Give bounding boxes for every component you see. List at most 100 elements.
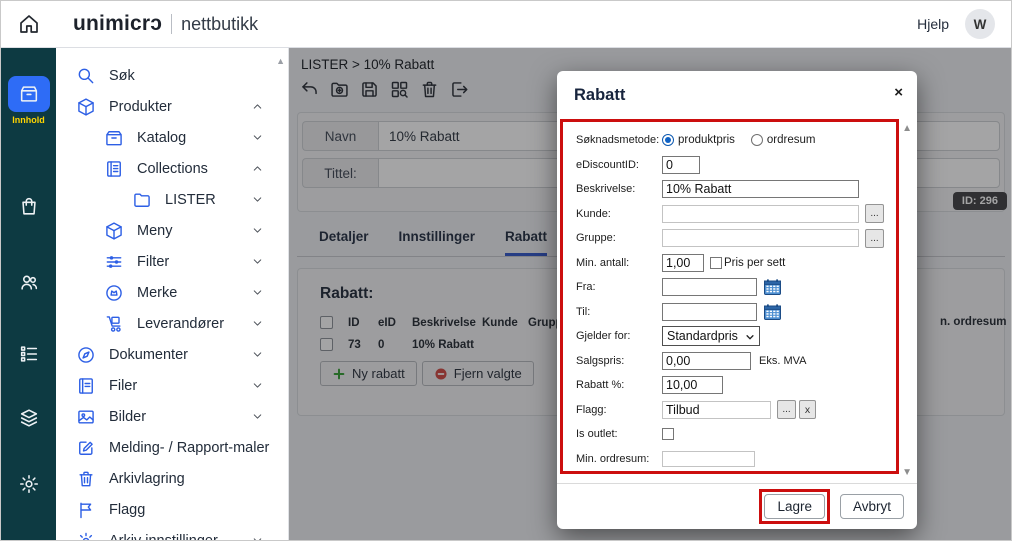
gjelder-for-select[interactable]: Standardpris [662,326,760,346]
sidebar-item-katalog[interactable]: Katalog [56,122,288,153]
sidebar-item-arkiv-innstillinger[interactable]: Arkiv innstillinger [56,525,288,541]
chevron-down-icon [251,286,264,299]
flagg-lookup-button[interactable]: ... [777,400,796,419]
min-antall-input[interactable] [662,254,704,272]
gjelder-for-select-value: Standardpris [667,329,738,343]
app-window: unimicrɔ nettbutikk Hjelp W Innhold ▲ Sø… [0,0,1012,541]
book-icon [76,376,96,396]
sidebar-item-meny[interactable]: Meny [56,215,288,246]
sidebar-item-lister[interactable]: LISTER [56,184,288,215]
sidebar-item-label: Katalog [137,130,186,146]
beskrivelse-input[interactable] [662,180,859,198]
icon-rail: Innhold [1,48,56,540]
fra-control [662,278,781,296]
sidebar-item-collections[interactable]: Collections [56,153,288,184]
close-icon[interactable]: × [894,85,903,100]
til-input[interactable] [662,303,757,321]
min-antall-pris-per-sett-checkbox[interactable] [710,257,722,269]
rabatt-prosent-control [662,376,723,394]
help-link[interactable]: Hjelp [917,16,949,32]
users-icon [18,271,40,293]
sidebar-item-produkter[interactable]: Produkter [56,91,288,122]
soknadsmetode-radio-ordresum[interactable] [751,134,763,146]
sidebar-item-leverandører[interactable]: Leverandører [56,308,288,339]
gruppe-lookup-button[interactable]: ... [865,229,884,248]
gruppe-input[interactable] [662,229,859,247]
sidebar-item-bilder[interactable]: Bilder [56,401,288,432]
modal-row-gruppe: Gruppe:... [576,228,890,248]
calendar-icon[interactable] [764,304,781,320]
gear-icon [76,531,96,541]
sidebar-item-label: Melding- / Rapport-maler [109,440,269,456]
sidebar-item-merke[interactable]: Merke [56,277,288,308]
flagg-clear-button[interactable]: x [799,400,816,419]
is-outlet-checkbox[interactable] [662,428,674,440]
modal-row-soknadsmetode: Søknadsmetode:produktprisordresum [576,130,890,150]
chevron-down-icon [251,255,264,268]
nav-scrollbar-up-icon[interactable]: ▲ [276,56,285,66]
cancel-button[interactable]: Avbryt [840,494,904,519]
sidebar-item-melding-rapport-maler[interactable]: Melding- / Rapport-maler [56,432,288,463]
modal-scroll-up-icon[interactable]: ▲ [902,123,912,134]
rail-item-layers[interactable] [1,400,56,436]
archive-icon [104,128,124,148]
image-icon [76,407,96,427]
sidebar-item-søk[interactable]: Søk [56,60,288,91]
journal-icon [104,159,124,179]
fra-label: Fra: [576,281,662,293]
chevron-down-icon [251,224,264,237]
user-avatar[interactable]: W [965,9,995,39]
min-ordresum-label: Min. ordresum: [576,453,662,465]
soknadsmetode-label: Søknadsmetode: [576,134,662,146]
rabatt-modal: Rabatt × Søknadsmetode:produktprisordres… [557,71,917,529]
soknadsmetode-radio-produktpris[interactable] [662,134,674,146]
sidebar-item-filer[interactable]: Filer [56,370,288,401]
sidebar-item-dokumenter[interactable]: Dokumenter [56,339,288,370]
chevron-down-icon [251,410,264,423]
fra-input[interactable] [662,278,757,296]
sidebar-item-filter[interactable]: Filter [56,246,288,277]
flagg-input[interactable] [662,401,771,419]
ediscountid-input[interactable] [662,156,700,174]
rail-item-innhold[interactable]: Innhold [1,76,56,125]
min-antall-control: Pris per sett [662,254,785,272]
rail-item-gear[interactable] [1,466,56,502]
modal-title: Rabatt [574,86,625,105]
sidebar-item-label: Bilder [109,409,146,425]
package-icon [104,221,124,241]
rail-item-bag[interactable] [1,188,56,224]
kunde-input[interactable] [662,205,859,223]
search-icon [76,66,96,86]
sliders-icon [104,252,124,272]
beskrivelse-control [662,180,859,198]
salgspris-input[interactable] [662,352,751,370]
sidebar-item-flagg[interactable]: Flagg [56,494,288,525]
modal-row-is-outlet: Is outlet: [576,424,890,444]
sidebar-item-label: Dokumenter [109,347,188,363]
rail-item-users[interactable] [1,264,56,300]
chevron-down-icon [251,317,264,330]
min-antall-checkbox-label: Pris per sett [724,257,785,269]
save-button[interactable]: Lagre [764,494,825,519]
sidebar-item-arkivlagring[interactable]: Arkivlagring [56,463,288,494]
modal-scroll-down-icon[interactable]: ▼ [902,467,912,478]
modal-row-kunde: Kunde:... [576,204,890,224]
kunde-lookup-button[interactable]: ... [865,204,884,223]
modal-row-til: Til: [576,302,890,322]
modal-row-min-ordresum: Min. ordresum: [576,449,890,469]
save-annotation-box: Lagre [759,489,830,524]
kunde-control: ... [662,204,884,223]
beskrivelse-label: Beskrivelse: [576,183,662,195]
sidebar-item-label: Søk [109,68,135,84]
gruppe-control: ... [662,229,884,248]
gjelder-for-control: Standardpris [662,326,760,346]
til-label: Til: [576,306,662,318]
min-ordresum-input[interactable] [662,451,755,467]
chevron-down-icon [251,193,264,206]
home-button[interactable] [1,12,56,36]
rabatt-prosent-input[interactable] [662,376,723,394]
calendar-icon[interactable] [764,279,781,295]
flag-icon [76,500,96,520]
rail-item-list[interactable] [1,336,56,372]
layers-icon [18,407,40,429]
